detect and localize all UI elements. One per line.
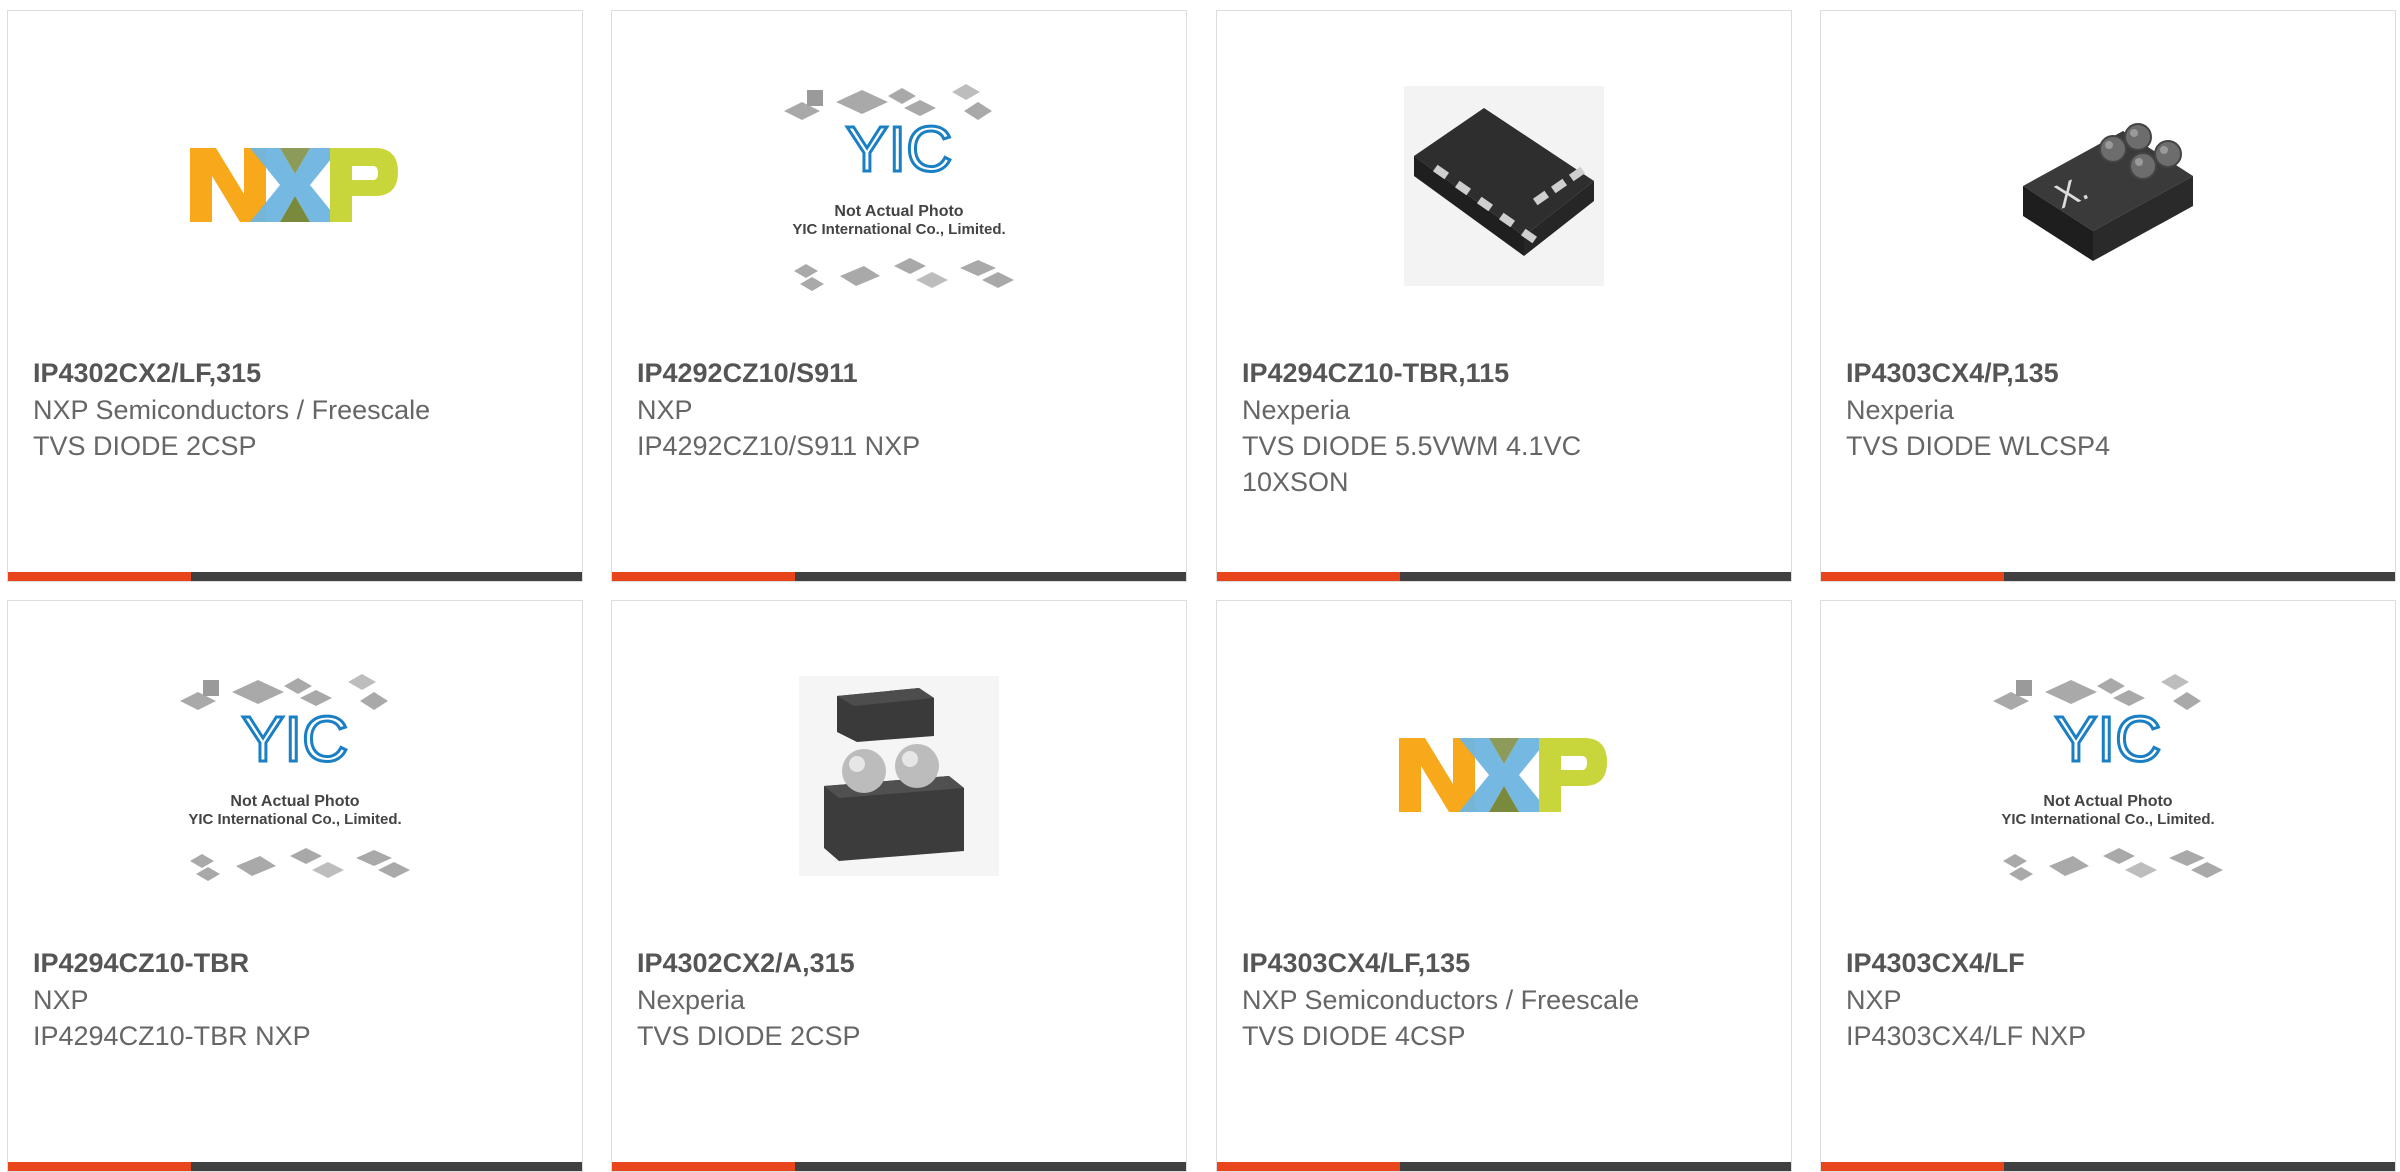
manufacturer: NXP: [637, 395, 693, 425]
csp-chip-icon: [799, 676, 999, 876]
description: IP4292CZ10/S911 NXP: [637, 431, 921, 461]
part-number[interactable]: IP4303CX4/P,135: [1846, 355, 2370, 392]
product-card[interactable]: YIC Not Actual Photo YIC International C…: [7, 600, 583, 1172]
placeholder-caption: Not Actual Photo: [230, 793, 359, 810]
placeholder-company: YIC International Co., Limited.: [2001, 811, 2214, 828]
yic-logo: YIC: [846, 113, 953, 185]
nxp-logo-icon: [1399, 738, 1607, 812]
product-card[interactable]: IP4294CZ10-TBR,115 Nexperia TVS DIODE 5.…: [1216, 10, 1792, 582]
product-image[interactable]: YIC Not Actual Photo YIC International C…: [1821, 601, 2395, 951]
product-image[interactable]: X.: [1821, 11, 2395, 361]
manufacturer: NXP Semiconductors / Freescale: [1242, 985, 1640, 1015]
product-card[interactable]: IP4302CX2/A,315 Nexperia TVS DIODE 2CSP: [611, 600, 1187, 1172]
yic-logo: YIC: [2055, 703, 2162, 775]
product-image[interactable]: [1217, 11, 1791, 361]
manufacturer: NXP: [1846, 985, 1902, 1015]
placeholder-company: YIC International Co., Limited.: [188, 811, 401, 828]
card-footer-bar: [1217, 572, 1791, 581]
card-footer-bar: [1821, 572, 2395, 581]
product-card[interactable]: IP4303CX4/LF,135 NXP Semiconductors / Fr…: [1216, 600, 1792, 1172]
card-footer-bar: [612, 572, 1186, 581]
yic-logo: YIC: [242, 703, 349, 775]
part-number[interactable]: IP4303CX4/LF: [1846, 945, 2370, 982]
xson-chip-icon: [1404, 86, 1604, 286]
product-card[interactable]: YIC Not Actual Photo YIC International C…: [611, 10, 1187, 582]
product-grid: NXP IP4302CX2/LF,315 NXP Semiconductors …: [0, 0, 2400, 1172]
product-image[interactable]: [1217, 601, 1791, 951]
yic-placeholder-icon: YIC Not Actual Photo YIC International C…: [180, 674, 410, 881]
part-number[interactable]: IP4292CZ10/S911: [637, 355, 1161, 392]
product-card[interactable]: X. IP4303CX4/P,135 Nexperia TVS DIODE WL…: [1820, 10, 2396, 582]
product-image[interactable]: [612, 601, 1186, 951]
product-card[interactable]: NXP IP4302CX2/LF,315 NXP Semiconductors …: [7, 10, 583, 582]
placeholder-caption: Not Actual Photo: [2043, 793, 2172, 810]
yic-placeholder-icon: YIC Not Actual Photo YIC International C…: [1993, 674, 2223, 881]
placeholder-company: YIC International Co., Limited.: [792, 221, 1005, 238]
manufacturer: Nexperia: [637, 985, 746, 1015]
manufacturer: NXP: [33, 985, 89, 1015]
product-card[interactable]: YIC Not Actual Photo YIC International C…: [1820, 600, 2396, 1172]
manufacturer: NXP Semiconductors / Freescale: [33, 395, 431, 425]
product-image[interactable]: YIC Not Actual Photo YIC International C…: [8, 601, 582, 951]
wlcsp-chip-icon: X.: [2023, 123, 2193, 261]
placeholder-caption: Not Actual Photo: [834, 203, 963, 220]
manufacturer: Nexperia: [1242, 395, 1351, 425]
description: TVS DIODE 4CSP: [1242, 1021, 1466, 1051]
product-image[interactable]: NXP: [8, 11, 582, 361]
description: IP4303CX4/LF NXP: [1846, 1021, 2087, 1051]
part-number[interactable]: IP4294CZ10-TBR,115: [1242, 355, 1766, 392]
nxp-logo-icon: [190, 148, 398, 222]
description: TVS DIODE 5.5VWM 4.1VC 10XSON: [1242, 431, 1582, 497]
yic-placeholder-icon: YIC Not Actual Photo YIC International C…: [784, 84, 1014, 291]
description: IP4294CZ10-TBR NXP: [33, 1021, 311, 1051]
part-number[interactable]: IP4303CX4/LF,135: [1242, 945, 1766, 982]
part-number[interactable]: IP4302CX2/LF,315: [33, 355, 557, 392]
description: TVS DIODE WLCSP4: [1846, 431, 2111, 461]
part-number[interactable]: IP4302CX2/A,315: [637, 945, 1161, 982]
manufacturer: Nexperia: [1846, 395, 1955, 425]
part-number[interactable]: IP4294CZ10-TBR: [33, 945, 557, 982]
description: TVS DIODE 2CSP: [637, 1021, 861, 1051]
description: TVS DIODE 2CSP: [33, 431, 257, 461]
product-image[interactable]: YIC Not Actual Photo YIC International C…: [612, 11, 1186, 361]
card-footer-bar: [8, 572, 582, 581]
